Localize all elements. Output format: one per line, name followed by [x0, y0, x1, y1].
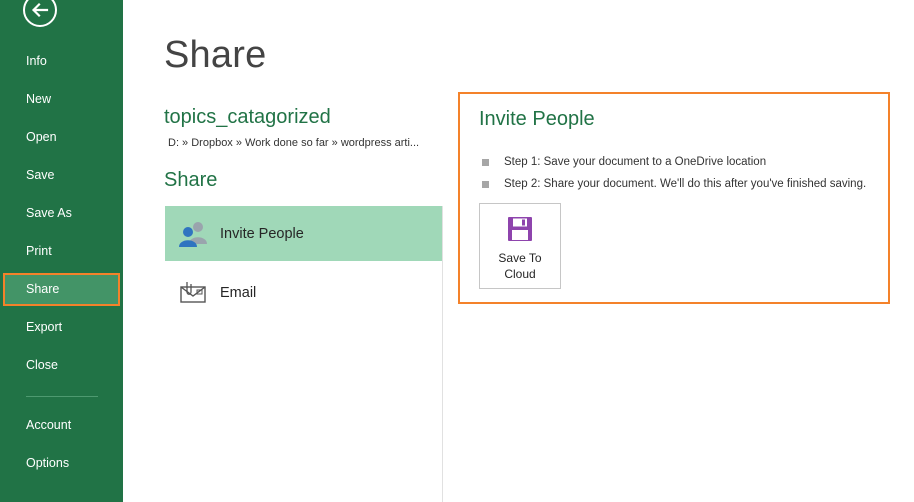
step-item: Step 1: Save your document to a OneDrive… — [482, 156, 766, 168]
sidebar-item-share[interactable]: Share — [3, 273, 120, 306]
sidebar-item-options[interactable]: Options — [0, 444, 123, 482]
save-to-cloud-label: Save To Cloud — [485, 250, 555, 282]
share-section-heading: Share — [164, 169, 218, 191]
arrow-left-icon — [31, 2, 49, 18]
sidebar-item-open[interactable]: Open — [0, 118, 123, 156]
panel-title: Invite People — [479, 108, 595, 130]
page-title: Share — [164, 34, 267, 76]
people-icon — [165, 206, 220, 261]
option-invite-people-label: Invite People — [220, 225, 304, 242]
sidebar-item-close[interactable]: Close — [0, 346, 123, 384]
bullet-icon — [482, 180, 489, 188]
step-1-text: Step 1: Save your document to a OneDrive… — [504, 156, 767, 168]
sidebar-divider — [26, 396, 98, 397]
pane-divider — [442, 206, 443, 502]
save-disk-icon — [508, 217, 532, 241]
sidebar-item-export[interactable]: Export — [0, 308, 123, 346]
email-icon — [165, 265, 220, 320]
document-path: D: » Dropbox » Work done so far » wordpr… — [168, 137, 420, 149]
bullet-icon — [482, 158, 489, 166]
save-to-cloud-label-line1: Save To — [498, 251, 542, 265]
save-to-cloud-label-line2: Cloud — [504, 267, 536, 281]
sidebar-item-account[interactable]: Account — [0, 406, 123, 444]
sidebar-item-save-as[interactable]: Save As — [0, 194, 123, 232]
sidebar-item-info[interactable]: Info — [0, 42, 123, 80]
option-invite-people[interactable]: Invite People — [165, 206, 442, 261]
save-to-cloud-button[interactable]: Save To Cloud — [479, 203, 561, 289]
sidebar-item-new[interactable]: New — [0, 80, 123, 118]
sidebar-item-save[interactable]: Save — [0, 156, 123, 194]
invite-people-panel: Invite People Step 1: Save your document… — [458, 92, 890, 304]
back-button[interactable] — [23, 0, 57, 27]
sidebar-item-print[interactable]: Print — [0, 232, 123, 270]
step-2-text: Step 2: Share your document. We'll do th… — [504, 178, 867, 190]
option-email[interactable]: Email — [165, 265, 442, 320]
backstage-sidebar: Info New Open Save Save As Print Share E… — [0, 0, 123, 502]
step-item: Step 2: Share your document. We'll do th… — [482, 178, 866, 190]
option-email-label: Email — [220, 284, 257, 301]
document-name: topics_catagorized — [164, 106, 331, 128]
